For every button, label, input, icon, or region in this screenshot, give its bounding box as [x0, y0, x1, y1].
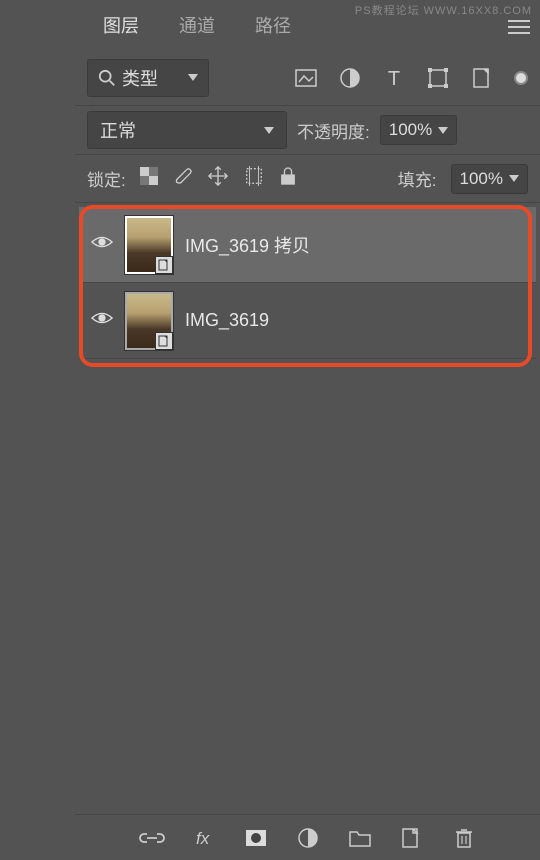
layer-row[interactable]: IMG_3619 拷贝 — [79, 207, 536, 283]
fill-label: 填充: — [398, 166, 437, 191]
smart-object-badge-icon — [155, 332, 173, 350]
blend-row: 正常 不透明度: 100% — [75, 105, 540, 155]
group-layers-icon[interactable] — [347, 825, 373, 851]
link-layers-icon[interactable] — [139, 825, 165, 851]
lock-transparency-icon[interactable] — [140, 167, 158, 190]
opacity-label: 不透明度: — [297, 118, 370, 143]
new-layer-icon[interactable] — [399, 825, 425, 851]
lock-icons-group — [140, 166, 296, 191]
fill-value: 100% — [460, 169, 503, 189]
bottom-toolbar: fx — [75, 814, 540, 860]
panel-menu-icon[interactable] — [508, 18, 530, 41]
watermark-text: PS教程论坛 WWW.16XX8.COM — [355, 2, 532, 18]
delete-layer-icon[interactable] — [451, 825, 477, 851]
filter-adjustment-icon[interactable] — [338, 66, 362, 90]
filter-pixel-icon[interactable] — [294, 66, 318, 90]
opacity-value: 100% — [389, 120, 432, 140]
layer-name: IMG_3619 — [185, 310, 269, 331]
filter-icons-group: T — [294, 66, 528, 90]
lock-position-icon[interactable] — [208, 166, 228, 191]
chevron-down-icon — [509, 175, 519, 182]
tab-channels[interactable]: 通道 — [159, 2, 235, 48]
opacity-value-box[interactable]: 100% — [380, 115, 457, 145]
tab-paths[interactable]: 路径 — [235, 2, 311, 48]
filter-smartobject-icon[interactable] — [470, 66, 494, 90]
layer-mask-icon[interactable] — [243, 825, 269, 851]
blend-mode-select[interactable]: 正常 — [87, 111, 287, 149]
layers-panel: 图层 通道 路径 类型 T — [75, 0, 540, 860]
chevron-down-icon — [188, 74, 198, 81]
filter-row: 类型 T — [75, 50, 540, 105]
layers-list: IMG_3619 拷贝 IMG_3619 — [75, 203, 540, 363]
lock-label: 锁定: — [87, 166, 126, 191]
fill-value-box[interactable]: 100% — [451, 164, 528, 194]
filter-type-label: 类型 — [122, 65, 158, 91]
filter-toggle-indicator[interactable] — [514, 71, 528, 85]
chevron-down-icon — [438, 127, 448, 134]
layer-fx-icon[interactable]: fx — [191, 825, 217, 851]
search-icon — [98, 69, 116, 87]
smart-object-badge-icon — [155, 256, 173, 274]
chevron-down-icon — [264, 127, 274, 134]
blend-mode-value: 正常 — [100, 117, 136, 143]
filter-type-select[interactable]: 类型 — [87, 59, 209, 97]
lock-row: 锁定: 填充: 100% — [75, 155, 540, 203]
svg-text:T: T — [388, 68, 400, 88]
visibility-toggle-icon[interactable] — [91, 310, 113, 331]
layer-row[interactable]: IMG_3619 — [79, 283, 536, 359]
lock-all-icon[interactable] — [280, 167, 296, 190]
layer-thumbnail[interactable] — [125, 216, 173, 274]
adjustment-layer-icon[interactable] — [295, 825, 321, 851]
visibility-toggle-icon[interactable] — [91, 234, 113, 255]
layer-name: IMG_3619 拷贝 — [185, 232, 310, 258]
filter-shape-icon[interactable] — [426, 66, 450, 90]
layer-thumbnail[interactable] — [125, 292, 173, 350]
tab-layers[interactable]: 图层 — [83, 2, 159, 48]
filter-text-icon[interactable]: T — [382, 66, 406, 90]
lock-brush-icon[interactable] — [174, 167, 192, 190]
svg-text:fx: fx — [196, 829, 210, 848]
lock-artboard-icon[interactable] — [244, 166, 264, 191]
